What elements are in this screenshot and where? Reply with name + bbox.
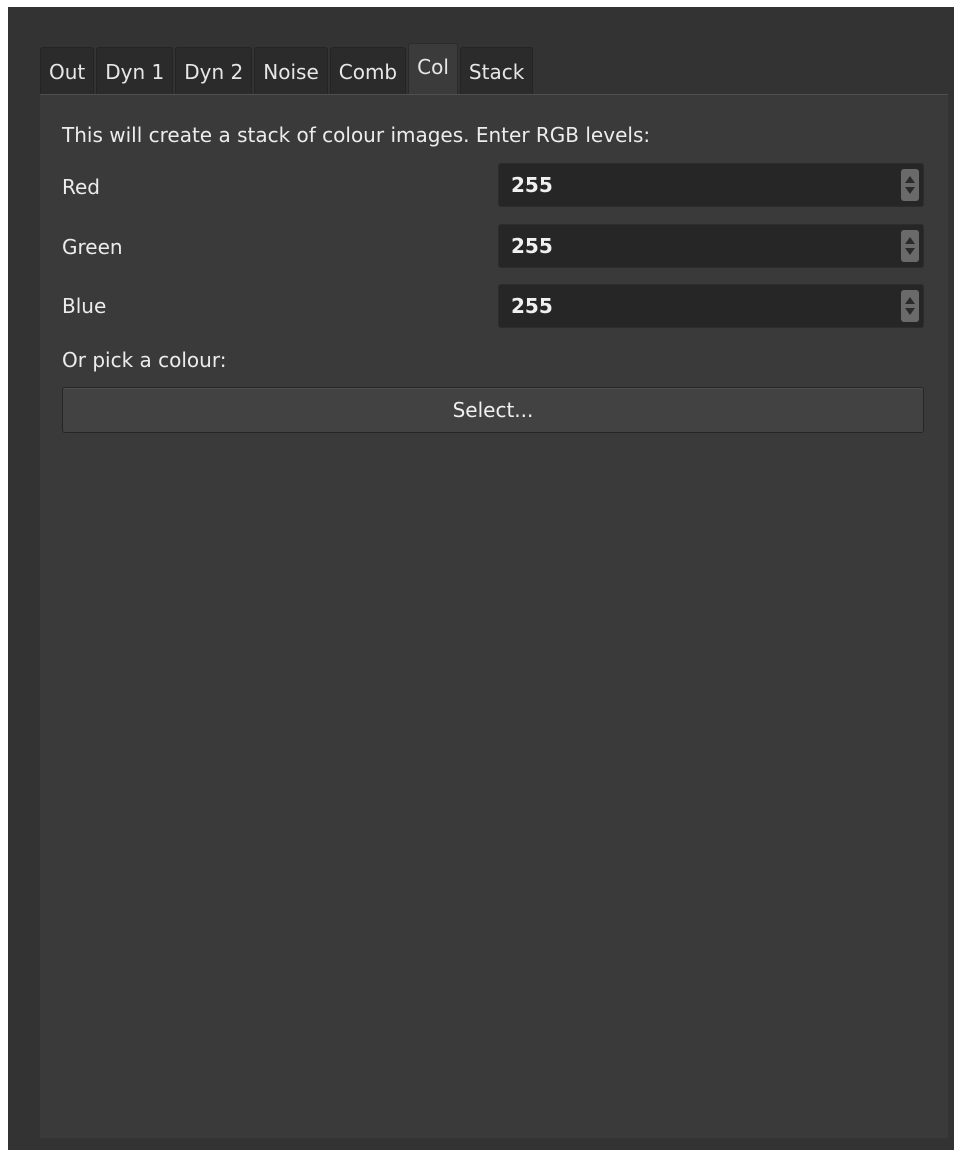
red-label: Red [62,175,100,199]
red-spinbox[interactable]: 255 [498,163,924,207]
blue-spin-arrows[interactable] [901,290,919,322]
intro-text: This will create a stack of colour image… [62,123,651,147]
red-value[interactable]: 255 [511,164,553,206]
blue-label: Blue [62,294,107,318]
chevron-down-icon[interactable] [905,308,915,315]
tab-stack[interactable]: Stack [459,47,534,95]
blue-value[interactable]: 255 [511,285,553,327]
select-colour-button[interactable]: Select... [62,387,924,433]
app-window: Out Dyn 1 Dyn 2 Noise Comb Col Stack Thi… [8,7,954,1150]
chevron-up-icon[interactable] [905,176,915,183]
tab-bar: Out Dyn 1 Dyn 2 Noise Comb Col Stack [40,43,535,96]
chevron-down-icon[interactable] [905,248,915,255]
red-spin-arrows[interactable] [901,169,919,201]
col-tab-panel: This will create a stack of colour image… [40,94,948,1138]
chevron-up-icon[interactable] [905,237,915,244]
pick-colour-label: Or pick a colour: [62,348,227,372]
tab-dyn-2[interactable]: Dyn 2 [175,47,253,95]
chevron-up-icon[interactable] [905,297,915,304]
tab-col[interactable]: Col [408,43,458,96]
green-value[interactable]: 255 [511,225,553,267]
green-label: Green [62,235,123,259]
tab-noise[interactable]: Noise [254,47,328,95]
green-spin-arrows[interactable] [901,230,919,262]
tab-out[interactable]: Out [40,47,95,95]
chevron-down-icon[interactable] [905,187,915,194]
blue-spinbox[interactable]: 255 [498,284,924,328]
tab-comb[interactable]: Comb [329,47,407,95]
tab-dyn-1[interactable]: Dyn 1 [96,47,174,95]
green-spinbox[interactable]: 255 [498,224,924,268]
